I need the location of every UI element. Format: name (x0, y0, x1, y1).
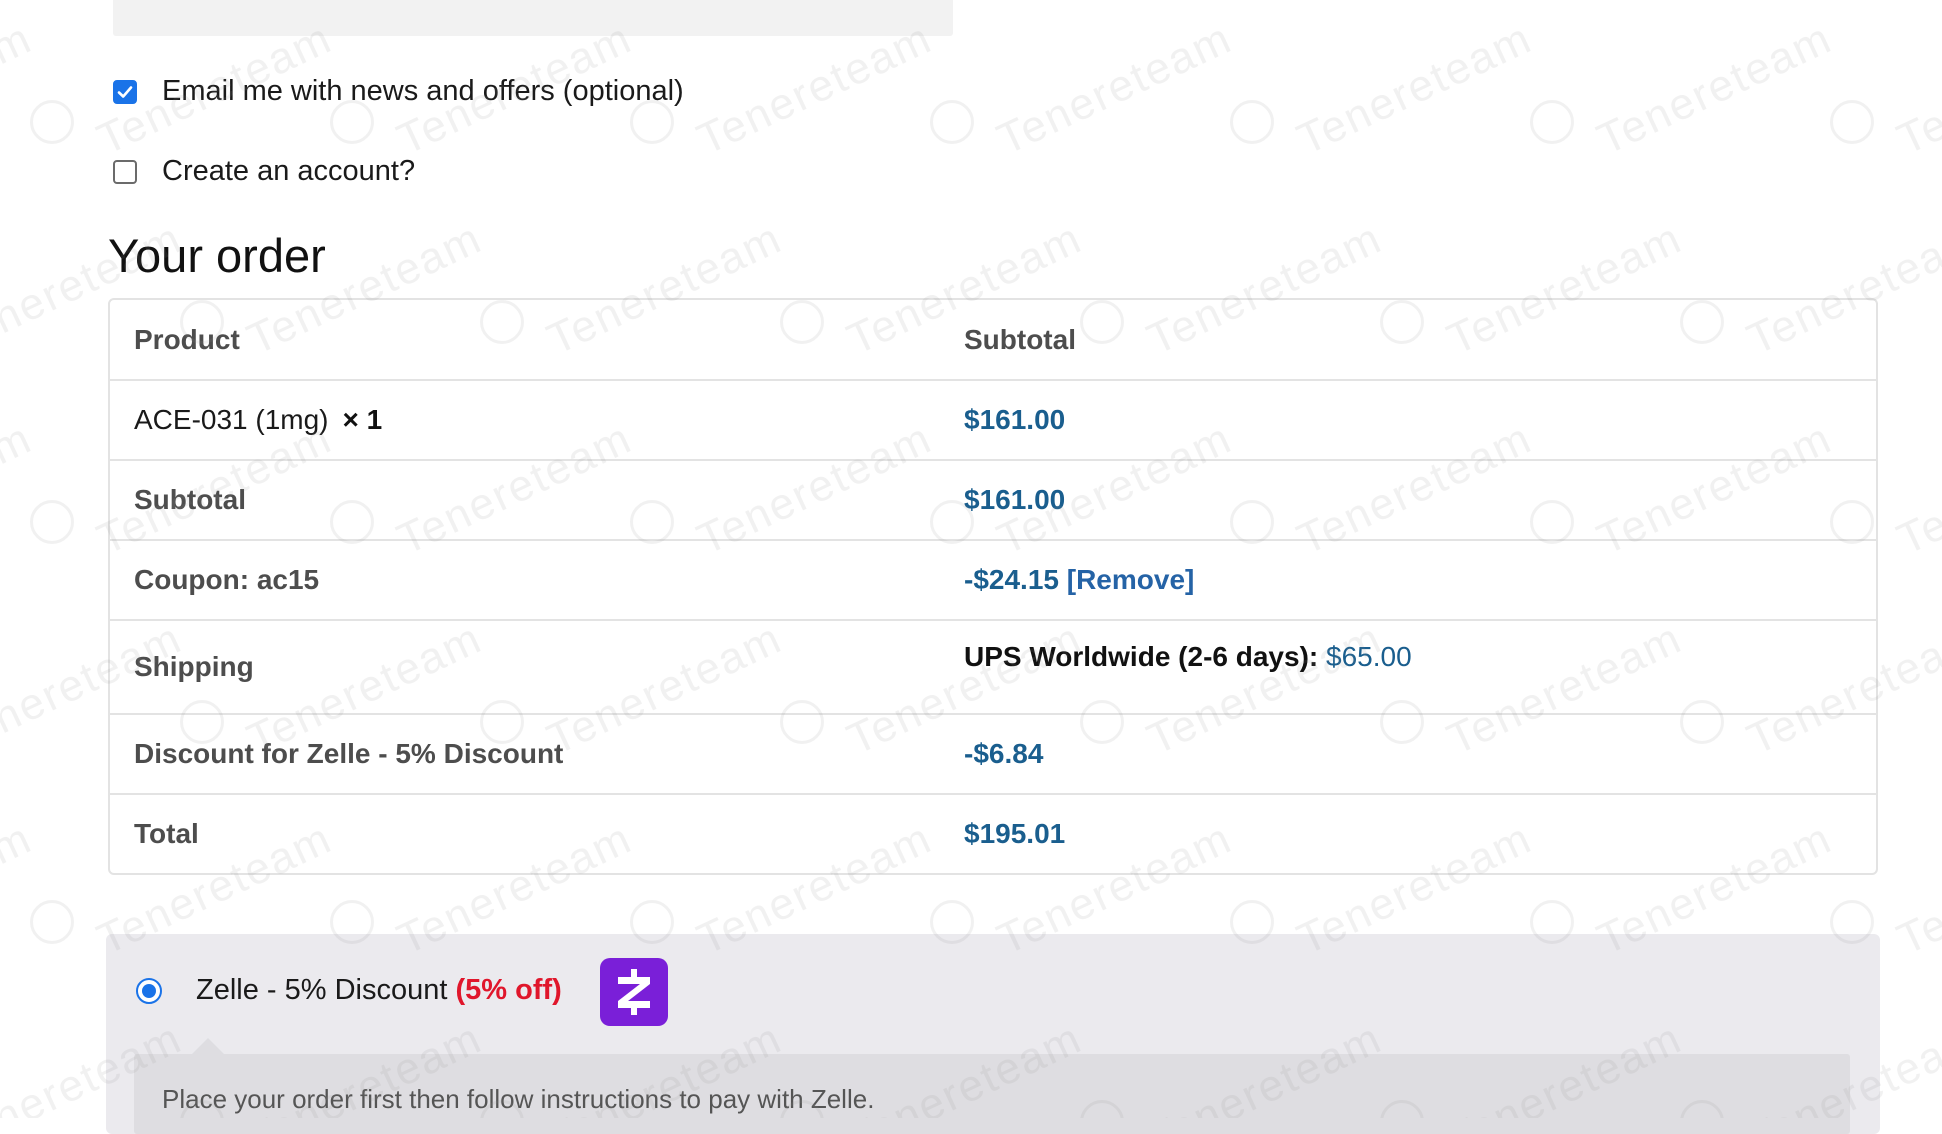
total-value: $195.01 (964, 818, 1066, 849)
payment-instructions-panel: Place your order first then follow instr… (134, 1038, 1850, 1134)
watermark-seal-icon (1830, 100, 1874, 144)
panel-pointer-arrow (192, 1038, 224, 1054)
zelle-discount-value: -$6.84 (964, 738, 1044, 769)
coupon-label: Coupon: ac15 (134, 564, 320, 595)
watermark-seal-icon (1530, 100, 1574, 144)
create-account-checkbox-row[interactable]: Create an account? (113, 155, 415, 188)
zelle-z-glyph (618, 969, 650, 1015)
watermark-seal-icon (30, 900, 74, 944)
remove-coupon-link[interactable]: [Remove] (1067, 564, 1195, 595)
watermark-seal-icon (930, 100, 974, 144)
total-row: Total $195.01 (110, 793, 1876, 873)
checkmark-icon (117, 85, 133, 98)
watermark-text: Tenereteam (1890, 13, 1942, 165)
radio-selected-dot (142, 984, 156, 998)
shipping-label: Shipping (134, 651, 254, 682)
watermark-text: Tenereteam (0, 13, 40, 165)
product-column-header: Product (134, 323, 240, 355)
watermark-seal-icon (1230, 100, 1274, 144)
payment-method-name: Zelle - 5% Discount (196, 974, 448, 1006)
cart-item-cell: ACE-031 (1mg) × 1 (110, 404, 964, 436)
newsletter-checkbox-row[interactable]: Email me with news and offers (optional) (113, 75, 684, 108)
product-name: ACE-031 (1mg) (134, 404, 329, 435)
shipping-method-name: UPS Worldwide (2-6 days): (964, 641, 1319, 672)
subtotal-label: Subtotal (134, 484, 246, 515)
watermark-text: Tenereteam (1590, 13, 1840, 165)
total-label: Total (134, 818, 199, 849)
zelle-logo-icon (600, 958, 668, 1026)
watermark-text: Tenereteam (990, 13, 1240, 165)
subtotal-row: Subtotal $161.00 (110, 459, 1876, 539)
watermark-text: Tenereteam (690, 13, 940, 165)
discount-badge: (5% off) (455, 974, 562, 1006)
create-account-checkbox[interactable] (113, 159, 137, 184)
shipping-method-cell: UPS Worldwide (2-6 days): $65.00 (964, 621, 1876, 673)
your-order-heading: Your order (108, 229, 326, 282)
zelle-payment-label[interactable]: Zelle - 5% Discount (5% off) (196, 974, 562, 1007)
shipping-row: Shipping UPS Worldwide (2-6 days): $65.0… (110, 619, 1876, 713)
payment-instructions-text: Place your order first then follow instr… (162, 1084, 875, 1114)
watermark-text: Tenereteam (1890, 413, 1942, 565)
subtotal-column-header: Subtotal (964, 323, 1076, 355)
watermark-text: Tenereteam (0, 413, 40, 565)
coupon-discount-value: -$24.15 (964, 564, 1059, 595)
watermark-seal-icon (30, 100, 74, 144)
zelle-discount-label: Discount for Zelle - 5% Discount (134, 738, 564, 769)
payment-methods-box: Zelle - 5% Discount (5% off) Place your … (106, 934, 1880, 1134)
subtotal-value: $161.00 (964, 484, 1066, 515)
newsletter-label: Email me with news and offers (optional) (162, 75, 684, 107)
order-review-table: Product Subtotal ACE-031 (1mg) × 1 $161.0… (108, 298, 1878, 875)
previous-field-input[interactable] (113, 0, 953, 36)
watermark-seal-icon (30, 500, 74, 544)
shipping-cost: $65.00 (1326, 641, 1412, 672)
create-account-label: Create an account? (162, 155, 416, 187)
watermark-text: Tenereteam (1890, 813, 1942, 965)
coupon-row: Coupon: ac15 -$24.15 [Remove] (110, 539, 1876, 619)
watermark-text: Tenereteam (1290, 13, 1540, 165)
watermark-text: Tenereteam (0, 813, 40, 965)
zelle-discount-row: Discount for Zelle - 5% Discount -$6.84 (110, 713, 1876, 793)
product-quantity: × 1 (342, 404, 383, 435)
coupon-value-cell: -$24.15 [Remove] (964, 564, 1876, 596)
cart-item-row: ACE-031 (1mg) × 1 $161.00 (110, 379, 1876, 459)
newsletter-checkbox[interactable] (113, 79, 137, 104)
zelle-payment-radio[interactable] (136, 978, 162, 1004)
item-price: $161.00 (964, 404, 1066, 435)
table-header-row: Product Subtotal (110, 300, 1876, 379)
